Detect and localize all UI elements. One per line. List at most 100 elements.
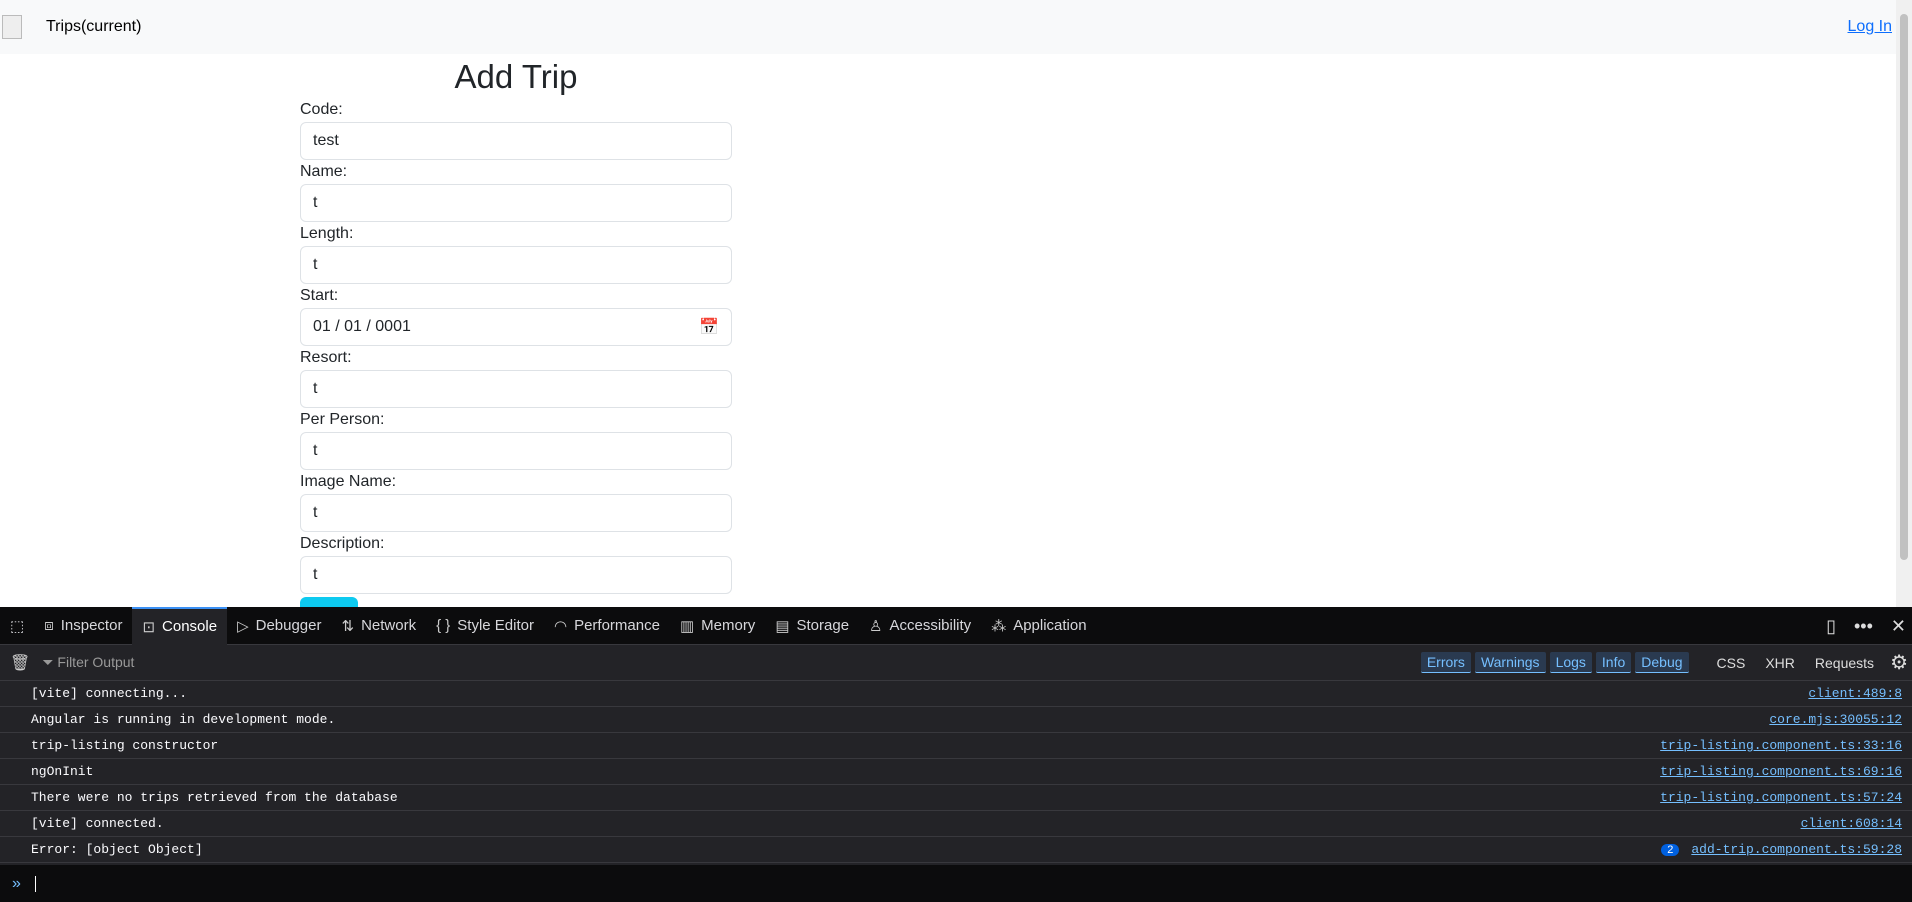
tab-storage[interactable]: ▤ Storage (765, 607, 859, 645)
form-group: Per Person: t (300, 408, 732, 470)
field-label: Length: (300, 225, 354, 242)
field-label: Name: (300, 163, 348, 180)
field-input[interactable]: t (300, 184, 732, 222)
field-value: 01 / 01 / 0001 (313, 318, 411, 335)
filter-warnings[interactable]: Warnings (1474, 652, 1546, 673)
filter-css[interactable]: CSS (1709, 655, 1754, 671)
tab-debugger[interactable]: ▷ Debugger (227, 607, 331, 645)
form-group: Length: t (300, 222, 732, 284)
calendar-icon[interactable]: 📅 (699, 317, 719, 337)
accessibility-icon: ♙ (869, 617, 883, 635)
source-link[interactable]: add-trip.component.ts:59:28 (1691, 842, 1902, 857)
tab-accessibility[interactable]: ♙ Accessibility (859, 607, 981, 645)
filter-logs[interactable]: Logs (1549, 652, 1592, 673)
memory-icon: ▥ (679, 617, 695, 635)
console-icon: ⊡ (142, 618, 156, 636)
add-trip-form: Add Trip Code: test Name: t Length: t Start: 01… (300, 54, 732, 594)
performance-icon: ◠ (553, 617, 568, 635)
form-group: Name: t (300, 160, 732, 222)
console-input[interactable]: » (0, 865, 1912, 902)
application-icon: ⁂ (991, 617, 1007, 635)
field-value: t (313, 256, 318, 273)
login-link[interactable]: Log In (1848, 18, 1892, 36)
field-value: t (313, 566, 318, 583)
form-group: Code: test (300, 98, 732, 160)
devtools-panel: ⬚ ⧈ Inspector ⊡ Console ▷ Debugger ⇅ Network { }… (0, 606, 1912, 902)
caret (34, 875, 36, 892)
field-input[interactable]: t (300, 370, 732, 408)
field-input[interactable]: t (300, 494, 732, 532)
field-input[interactable]: 01 / 01 / 0001 📅 (300, 308, 732, 346)
filter-debug[interactable]: Debug (1635, 652, 1689, 673)
nav-trips-link[interactable]: Trips(current) (46, 18, 141, 36)
trash-icon[interactable]: 🗑 (10, 653, 30, 673)
source-link[interactable]: client:489:8 (1808, 686, 1902, 701)
tab-style-editor[interactable]: { } Style Editor (426, 607, 544, 645)
message-text: [vite] connecting... (31, 686, 188, 701)
console-message: Angular is running in development mode. c… (0, 707, 1912, 733)
message-text: [vite] connected. (31, 816, 164, 831)
network-icon: ⇅ (341, 617, 355, 635)
source-link[interactable]: trip-listing.component.ts:57:24 (1660, 790, 1902, 805)
tab-application[interactable]: ⁂ Application (981, 607, 1096, 645)
tab-label: Style Editor (457, 617, 534, 634)
form-group: Image Name: t (300, 470, 732, 532)
settings-icon[interactable]: ⚙ (1886, 650, 1912, 675)
source-link[interactable]: trip-listing.component.ts:69:16 (1660, 764, 1902, 779)
filter-info[interactable]: Info (1595, 652, 1632, 673)
tab-console[interactable]: ⊡ Console (132, 606, 228, 645)
message-text: trip-listing constructor (31, 738, 219, 753)
scrollbar-thumb[interactable] (1900, 14, 1908, 560)
filter-placeholder: Filter Output (57, 654, 135, 670)
storage-icon: ▤ (775, 617, 790, 635)
filter-errors[interactable]: Errors (1420, 652, 1471, 673)
filter-requests[interactable]: Requests (1807, 655, 1882, 671)
field-value: test (313, 132, 339, 149)
more-options-icon[interactable]: ••• (1854, 616, 1873, 637)
message-text: Error: [object Object] (31, 842, 203, 857)
responsive-mode-icon[interactable]: ▯ (1826, 616, 1836, 637)
field-label: Start: (300, 287, 339, 304)
filter-xhr[interactable]: XHR (1757, 655, 1803, 671)
tab-inspector[interactable]: ⧈ Inspector (34, 607, 132, 645)
tab-label: Inspector (60, 617, 123, 634)
tab-label: Application (1013, 617, 1087, 634)
console-message: Error: [object Object] 2 add-trip.componen… (0, 837, 1912, 863)
close-icon[interactable]: ✕ (1891, 616, 1906, 637)
field-value: t (313, 504, 318, 521)
debugger-icon: ▷ (237, 617, 249, 635)
source-link[interactable]: trip-listing.component.ts:33:16 (1660, 738, 1902, 753)
tab-label: Console (162, 618, 218, 635)
devtools-toolbar: ⬚ ⧈ Inspector ⊡ Console ▷ Debugger ⇅ Network { }… (0, 606, 1912, 645)
console-message: There were no trips retrieved from the d… (0, 785, 1912, 811)
form-group: Resort: t (300, 346, 732, 408)
field-input[interactable]: t (300, 556, 732, 594)
field-input[interactable]: test (300, 122, 732, 160)
console-filter-bar: 🗑 ⏷ Filter Output Errors Warnings Logs Info… (0, 645, 1912, 681)
page-scrollbar[interactable] (1896, 0, 1912, 607)
console-message: ngOnInit trip-listing.component.ts:69:16 (0, 759, 1912, 785)
tab-memory[interactable]: ▥ Memory (670, 607, 765, 645)
style-editor-icon: { } (436, 617, 451, 634)
filter-input[interactable]: ⏷ Filter Output (42, 654, 134, 671)
tab-label: Performance (574, 617, 660, 634)
console-message: trip-listing constructor trip-listing.com… (0, 733, 1912, 759)
field-label: Code: (300, 101, 343, 118)
field-value: t (313, 380, 318, 397)
repeat-count-badge: 2 (1661, 844, 1680, 856)
field-value: t (313, 194, 318, 211)
tab-label: Accessibility (889, 617, 972, 634)
element-picker-icon[interactable]: ⬚ (0, 607, 34, 645)
source-link[interactable]: client:608:14 (1801, 816, 1902, 831)
tab-performance[interactable]: ◠ Performance (544, 607, 670, 645)
broken-image-icon[interactable] (2, 15, 22, 39)
source-link[interactable]: core.mjs:30055:12 (1769, 712, 1902, 727)
field-input[interactable]: t (300, 246, 732, 284)
tab-network[interactable]: ⇅ Network (332, 607, 427, 645)
form-group: Start: 01 / 01 / 0001 📅 (300, 284, 732, 346)
message-text: Angular is running in development mode. (31, 712, 336, 727)
form-group: Description: t (300, 532, 732, 594)
console-message: [vite] connecting... client:489:8 (0, 681, 1912, 707)
tab-label: Debugger (255, 617, 322, 634)
field-input[interactable]: t (300, 432, 732, 470)
